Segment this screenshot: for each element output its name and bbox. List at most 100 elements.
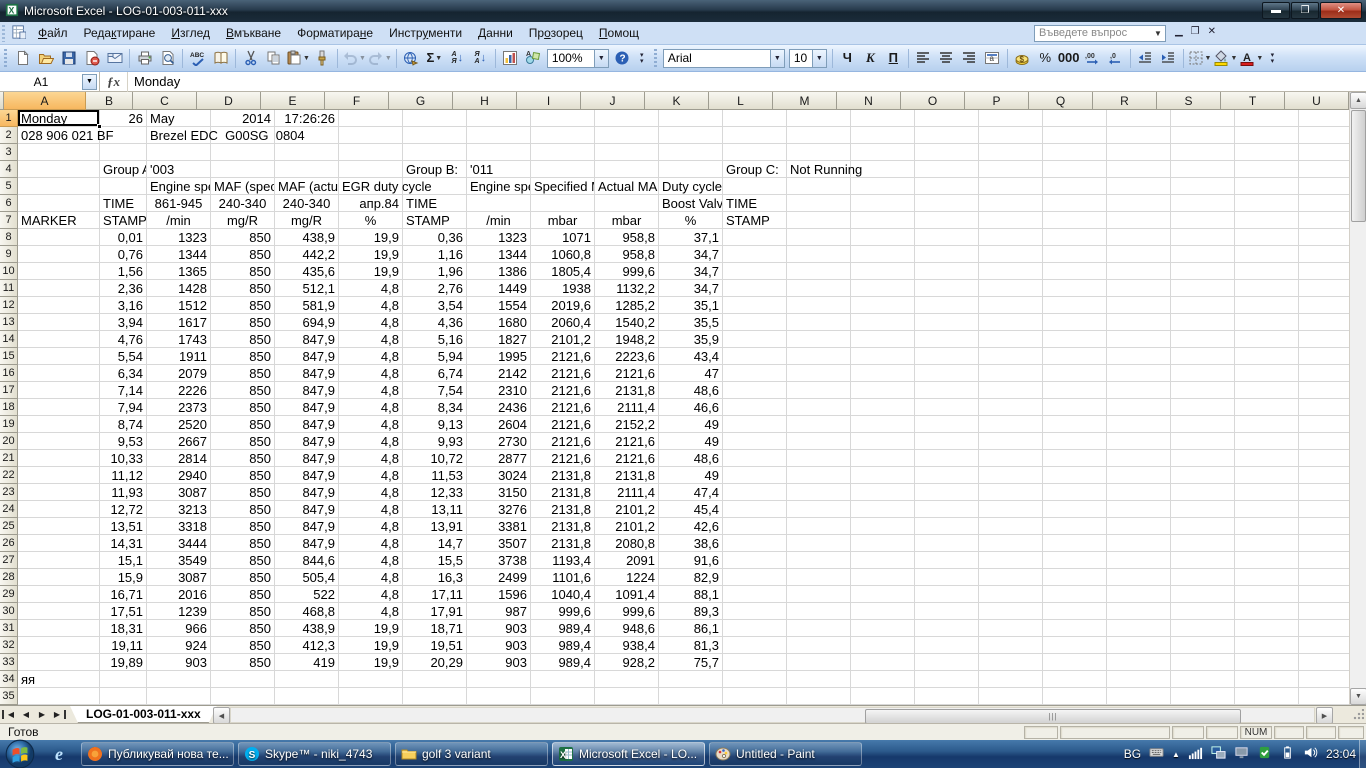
cell-G22[interactable]: 11,53	[403, 467, 467, 484]
cell-J15[interactable]: 2223,6	[595, 348, 659, 365]
cell-T15[interactable]	[1235, 348, 1299, 365]
cell-K23[interactable]: 47,4	[659, 484, 723, 501]
row-header-31[interactable]: 31	[0, 620, 18, 637]
cell-D33[interactable]: 850	[211, 654, 275, 671]
cell-Q32[interactable]	[1043, 637, 1107, 654]
cell-T22[interactable]	[1235, 467, 1299, 484]
cell-G23[interactable]: 12,33	[403, 484, 467, 501]
cell-O33[interactable]	[915, 654, 979, 671]
cell-F14[interactable]: 4,8	[339, 331, 403, 348]
cell-C32[interactable]: 924	[147, 637, 211, 654]
cell-A33[interactable]	[18, 654, 100, 671]
cell-A15[interactable]	[18, 348, 100, 365]
cell-P28[interactable]	[979, 569, 1043, 586]
cell-M35[interactable]	[787, 688, 851, 705]
cell-J13[interactable]: 1540,2	[595, 314, 659, 331]
cell-J33[interactable]: 928,2	[595, 654, 659, 671]
cell-D1[interactable]: 2014	[211, 110, 275, 127]
cell-B22[interactable]: 11,12	[100, 467, 147, 484]
cell-R20[interactable]	[1107, 433, 1171, 450]
row-header-32[interactable]: 32	[0, 637, 18, 654]
cell-J9[interactable]: 958,8	[595, 246, 659, 263]
volume-icon[interactable]	[1303, 745, 1318, 763]
cell-R19[interactable]	[1107, 416, 1171, 433]
cell-F30[interactable]: 4,8	[339, 603, 403, 620]
cell-L6[interactable]: TIME	[723, 195, 787, 212]
row-header-33[interactable]: 33	[0, 654, 18, 671]
cell-S25[interactable]	[1171, 518, 1235, 535]
battery-icon[interactable]	[1280, 745, 1295, 763]
cell-B23[interactable]: 11,93	[100, 484, 147, 501]
cell-I13[interactable]: 2060,4	[531, 314, 595, 331]
cell-C35[interactable]	[147, 688, 211, 705]
language-indicator[interactable]: BG	[1124, 747, 1141, 761]
cell-P13[interactable]	[979, 314, 1043, 331]
cell-H20[interactable]: 2730	[467, 433, 531, 450]
cell-G14[interactable]: 5,16	[403, 331, 467, 348]
cell-G20[interactable]: 9,93	[403, 433, 467, 450]
cell-D5[interactable]: MAF (spec	[211, 178, 275, 195]
cell-A3[interactable]	[18, 144, 100, 161]
next-sheet-button[interactable]: ▶	[34, 707, 50, 722]
cell-R35[interactable]	[1107, 688, 1171, 705]
row-header-24[interactable]: 24	[0, 501, 18, 518]
cell-Q23[interactable]	[1043, 484, 1107, 501]
cell-H31[interactable]: 903	[467, 620, 531, 637]
cell-I25[interactable]: 2131,8	[531, 518, 595, 535]
first-sheet-button[interactable]: ◀	[2, 710, 18, 719]
cell-T17[interactable]	[1235, 382, 1299, 399]
cell-O14[interactable]	[915, 331, 979, 348]
cell-U18[interactable]	[1299, 399, 1349, 416]
cell-H17[interactable]: 2310	[467, 382, 531, 399]
cell-N32[interactable]	[851, 637, 915, 654]
cell-D21[interactable]: 850	[211, 450, 275, 467]
cell-S4[interactable]	[1171, 161, 1235, 178]
cell-U12[interactable]	[1299, 297, 1349, 314]
cell-B34[interactable]	[100, 671, 147, 688]
cell-M3[interactable]	[787, 144, 851, 161]
research-icon[interactable]	[209, 48, 232, 69]
cell-R2[interactable]	[1107, 127, 1171, 144]
cell-L14[interactable]	[723, 331, 787, 348]
cell-C11[interactable]: 1428	[147, 280, 211, 297]
cell-P19[interactable]	[979, 416, 1043, 433]
cell-K25[interactable]: 42,6	[659, 518, 723, 535]
cell-O20[interactable]	[915, 433, 979, 450]
cell-M13[interactable]	[787, 314, 851, 331]
cell-Q12[interactable]	[1043, 297, 1107, 314]
cell-J27[interactable]: 2091	[595, 552, 659, 569]
cell-K31[interactable]: 86,1	[659, 620, 723, 637]
cell-P31[interactable]	[979, 620, 1043, 637]
cell-P17[interactable]	[979, 382, 1043, 399]
cell-T30[interactable]	[1235, 603, 1299, 620]
cell-N29[interactable]	[851, 586, 915, 603]
cell-L25[interactable]	[723, 518, 787, 535]
cell-P22[interactable]	[979, 467, 1043, 484]
cell-H11[interactable]: 1449	[467, 280, 531, 297]
cell-G6[interactable]: TIME	[403, 195, 467, 212]
cell-P5[interactable]	[979, 178, 1043, 195]
cell-H21[interactable]: 2877	[467, 450, 531, 467]
close-button[interactable]: ✕	[1320, 2, 1362, 19]
cell-J7[interactable]: mbar	[595, 212, 659, 229]
cell-T8[interactable]	[1235, 229, 1299, 246]
cell-F10[interactable]: 19,9	[339, 263, 403, 280]
save-icon[interactable]	[57, 48, 80, 69]
cell-S16[interactable]	[1171, 365, 1235, 382]
row-header-6[interactable]: 6	[0, 195, 18, 212]
cell-I26[interactable]: 2131,8	[531, 535, 595, 552]
cell-L21[interactable]	[723, 450, 787, 467]
cell-E26[interactable]: 847,9	[275, 535, 339, 552]
cell-B24[interactable]: 12,72	[100, 501, 147, 518]
menu-Прозорец[interactable]: Прозорец	[521, 23, 591, 43]
cell-R14[interactable]	[1107, 331, 1171, 348]
chart-wizard-icon[interactable]	[499, 48, 522, 69]
taskbar-button-microsoft-excel-lo-[interactable]: XMicrosoft Excel - LO...	[552, 742, 705, 766]
vertical-scrollbar[interactable]: ▲ ▼	[1349, 92, 1366, 705]
cell-B25[interactable]: 13,51	[100, 518, 147, 535]
row-header-30[interactable]: 30	[0, 603, 18, 620]
cell-N13[interactable]	[851, 314, 915, 331]
cell-O28[interactable]	[915, 569, 979, 586]
cell-Q24[interactable]	[1043, 501, 1107, 518]
cell-M29[interactable]	[787, 586, 851, 603]
